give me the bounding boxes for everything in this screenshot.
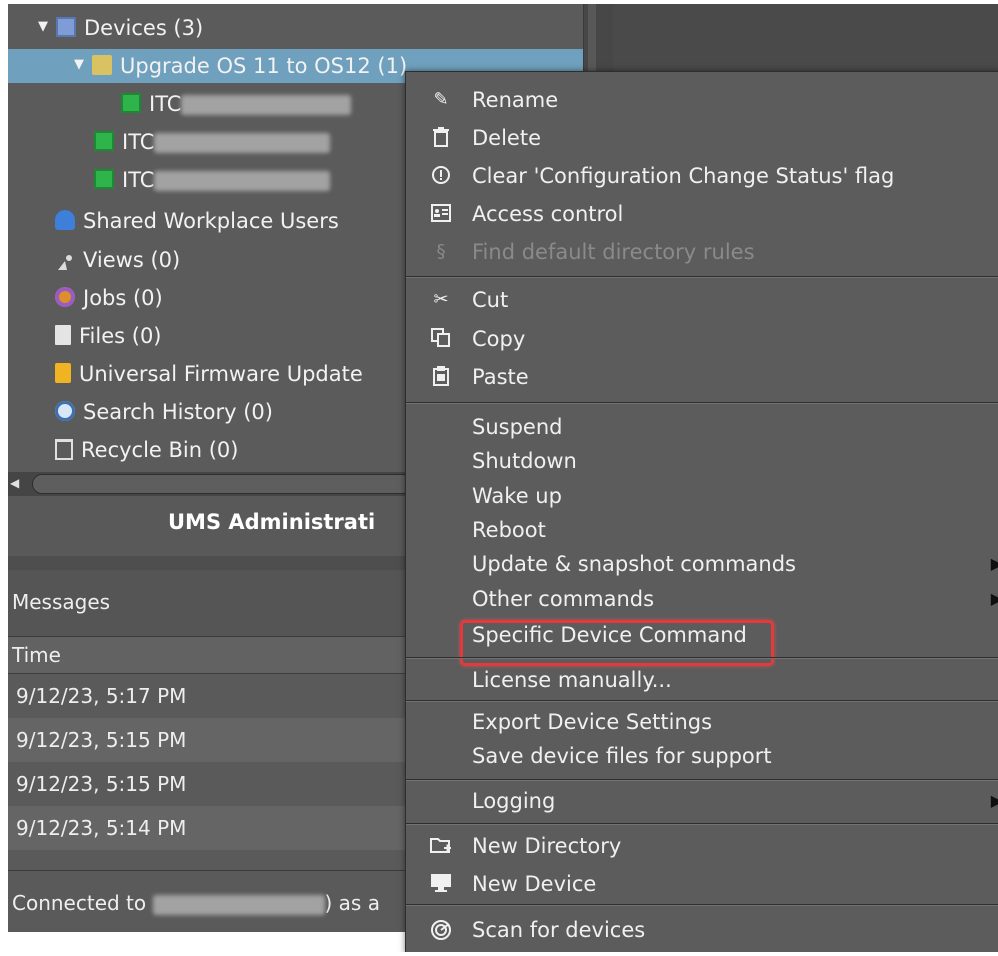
- table-row-partial: [8, 850, 408, 870]
- radar-scan-icon: [430, 919, 452, 941]
- trash-icon: [55, 438, 73, 460]
- monitor-icon: [430, 873, 452, 895]
- tree-node-files[interactable]: Files (0): [55, 319, 162, 353]
- device-monitor-icon: [94, 169, 114, 189]
- trash-icon: [430, 127, 452, 149]
- status-prefix: Connected to: [12, 891, 147, 915]
- messages-panel: Messages Time 9/12/23, 5:17 PM 9/12/23, …: [8, 570, 408, 870]
- new-folder-icon: [430, 835, 452, 857]
- menu-item-copy[interactable]: Copy: [406, 320, 998, 358]
- table-row[interactable]: 9/12/23, 5:14 PM: [8, 806, 408, 850]
- expand-triangle-icon[interactable]: ▼: [74, 48, 86, 82]
- menu-separator: [406, 823, 998, 825]
- submenu-arrow-icon: ▶: [990, 554, 998, 573]
- menu-separator: [406, 779, 998, 781]
- monitor-icon: [56, 17, 76, 37]
- menu-item-wake-up[interactable]: Wake up: [406, 477, 998, 515]
- copy-icon: [430, 328, 452, 350]
- menu-item-clear-config-flag[interactable]: Clear 'Configuration Change Status' flag: [406, 157, 998, 195]
- menu-item-new-directory[interactable]: New Directory: [406, 827, 998, 865]
- menu-separator: [406, 276, 998, 278]
- red-highlight-box: [460, 620, 774, 666]
- redacted-device-name: [154, 133, 331, 153]
- status-suffix: ) as a: [324, 891, 380, 915]
- pencil-icon: ✎: [433, 89, 449, 110]
- menu-item-cut[interactable]: ✂ Cut: [406, 281, 998, 319]
- redacted-server-name: [152, 894, 325, 915]
- menu-item-delete[interactable]: Delete: [406, 119, 998, 157]
- expand-triangle-icon[interactable]: ▼: [38, 10, 50, 44]
- menu-separator: [406, 700, 998, 702]
- menu-item-paste[interactable]: Paste: [406, 358, 998, 396]
- device-monitor-icon: [94, 131, 114, 151]
- scroll-thumb[interactable]: [32, 474, 454, 494]
- menu-item-suspend[interactable]: Suspend: [406, 408, 998, 446]
- tree-node-device-2[interactable]: ITC: [94, 125, 331, 159]
- messages-title: Messages: [12, 590, 111, 614]
- messages-table-header[interactable]: Time: [8, 636, 408, 674]
- menu-item-save-device-files[interactable]: Save device files for support: [406, 737, 998, 775]
- scissors-icon: ✂: [433, 289, 449, 310]
- tree-node-universal-firmware-update[interactable]: Universal Firmware Update: [55, 357, 363, 391]
- menu-item-access-control[interactable]: Access control: [406, 195, 998, 233]
- tree-node-device-1[interactable]: ITC: [121, 87, 352, 121]
- tree-node-recycle-bin[interactable]: Recycle Bin (0): [55, 433, 239, 467]
- folder-icon: [92, 55, 112, 75]
- menu-item-new-device[interactable]: New Device: [406, 865, 998, 903]
- ums-administration-title: UMS Administrati: [168, 510, 376, 534]
- magnifier-icon: [55, 401, 75, 421]
- rules-icon: §: [436, 241, 446, 262]
- content-pane: [613, 4, 998, 74]
- exclamation-circle-icon: [430, 165, 452, 187]
- menu-item-export-device-settings[interactable]: Export Device Settings: [406, 703, 998, 741]
- gear-icon: [55, 287, 75, 307]
- table-row[interactable]: 9/12/23, 5:15 PM: [8, 718, 408, 762]
- menu-item-license-manually[interactable]: License manually...: [406, 661, 998, 699]
- device-monitor-icon: [121, 93, 141, 113]
- file-icon: [55, 325, 71, 345]
- redacted-device-name: [181, 95, 352, 115]
- menu-item-find-default-directory-rules[interactable]: § Find default directory rules: [406, 233, 998, 271]
- status-bar: Connected to ) as a: [8, 870, 408, 933]
- window-bottom-edge: [8, 932, 405, 952]
- table-row[interactable]: 9/12/23, 5:15 PM: [8, 762, 408, 806]
- submenu-arrow-icon: ▶: [990, 589, 998, 608]
- menu-item-logging[interactable]: Logging ▶: [406, 782, 998, 820]
- satellite-icon: [55, 249, 75, 270]
- submenu-arrow-icon: ▶: [990, 791, 998, 810]
- access-card-icon: [430, 203, 452, 225]
- tree-node-shared-workplace-users[interactable]: Shared Workplace Users: [55, 204, 339, 238]
- tree-node-jobs[interactable]: Jobs (0): [55, 281, 163, 315]
- tree-node-device-3[interactable]: ITC: [94, 163, 331, 197]
- clipboard-icon: [430, 366, 452, 388]
- menu-item-update-snapshot-commands[interactable]: Update & snapshot commands ▶: [406, 545, 998, 583]
- menu-item-other-commands[interactable]: Other commands ▶: [406, 580, 998, 618]
- user-icon: [55, 210, 75, 230]
- table-row[interactable]: 9/12/23, 5:17 PM: [8, 674, 408, 718]
- menu-item-shutdown[interactable]: Shutdown: [406, 442, 998, 480]
- menu-item-rename[interactable]: ✎ Rename: [406, 81, 998, 119]
- menu-item-reboot[interactable]: Reboot: [406, 511, 998, 549]
- menu-separator: [406, 657, 998, 659]
- tree-node-search-history[interactable]: Search History (0): [55, 395, 273, 429]
- redacted-device-name: [154, 171, 331, 191]
- scroll-left-arrow-icon[interactable]: ◀: [10, 476, 19, 490]
- tree-node-views[interactable]: Views (0): [55, 243, 180, 277]
- tree-node-devices[interactable]: ▼ Devices (3): [38, 11, 203, 45]
- context-menu: ✎ Rename Delete Clear 'Configuration Chan…: [405, 71, 998, 952]
- firmware-icon: [55, 363, 71, 383]
- ums-console-window: ▼ Devices (3) ▼ Upgrade OS 11 to OS12 (1) …: [8, 4, 998, 952]
- menu-separator: [406, 402, 998, 404]
- menu-item-scan-for-devices[interactable]: Scan for devices: [406, 911, 998, 949]
- column-header-time[interactable]: Time: [12, 643, 61, 667]
- menu-separator: [406, 904, 998, 906]
